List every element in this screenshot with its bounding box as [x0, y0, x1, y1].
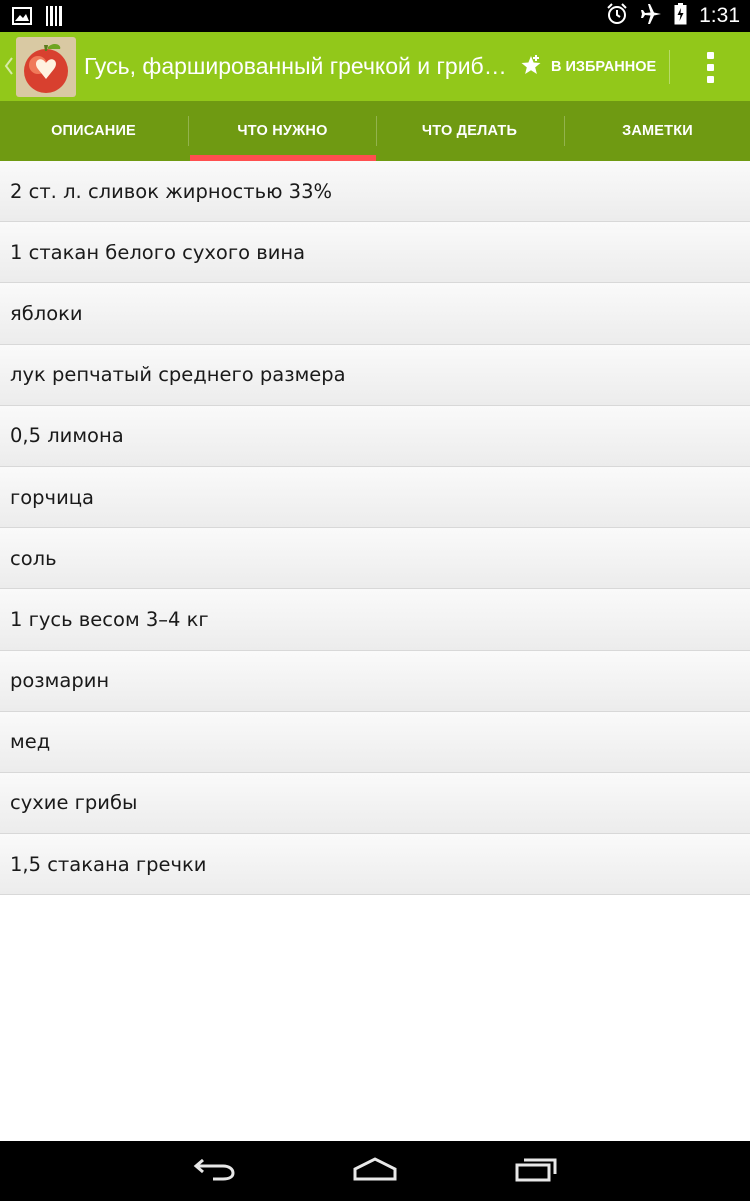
list-item[interactable]: горчица — [0, 466, 750, 529]
clock-time: 1:31 — [699, 4, 740, 27]
list-item[interactable]: 0,5 лимона — [0, 405, 750, 467]
list-item[interactable]: сухие грибы — [0, 772, 750, 835]
tab-label: ЗАМЕТКИ — [622, 123, 693, 139]
tab-label: ОПИСАНИЕ — [51, 123, 136, 139]
home-icon — [352, 1156, 398, 1186]
ingredient-text: яблоки — [10, 301, 83, 325]
battery-icon — [674, 3, 687, 29]
recipe-thumbnail[interactable] — [16, 37, 76, 97]
list-item[interactable]: 2 ст. л. сливок жирностью 33% — [0, 161, 750, 223]
tab-instructions[interactable]: ЧТО ДЕЛАТЬ — [376, 101, 563, 161]
ingredient-text: горчица — [10, 485, 94, 509]
action-divider — [669, 50, 670, 84]
list-item[interactable]: 1 стакан белого сухого вина — [0, 222, 750, 284]
tab-notes[interactable]: ЗАМЕТКИ — [564, 101, 750, 161]
alarm-icon — [606, 3, 628, 29]
action-bar: Гусь, фаршированный гречкой и гриб… В ИЗ… — [0, 32, 750, 101]
ingredient-text: соль — [10, 546, 57, 570]
tab-ingredients[interactable]: ЧТО НУЖНО — [189, 101, 376, 161]
star-plus-icon — [520, 54, 542, 80]
up-chevron-icon[interactable] — [4, 56, 14, 76]
tab-description[interactable]: ОПИСАНИЕ — [0, 101, 187, 161]
ingredient-text: лук репчатый среднего размера — [10, 363, 346, 387]
overflow-dot — [706, 75, 714, 83]
list-item[interactable]: соль — [0, 528, 750, 590]
add-to-favorites-button[interactable]: В ИЗБРАННОЕ — [520, 42, 656, 92]
back-button[interactable] — [185, 1151, 245, 1191]
overflow-dot — [706, 51, 714, 59]
status-bar: 1:31 — [0, 0, 750, 32]
list-item[interactable]: лук репчатый среднего размера — [0, 344, 750, 406]
barcode-icon — [46, 6, 62, 30]
list-item[interactable]: мед — [0, 711, 750, 773]
ingredient-list: 2 ст. л. сливок жирностью 33% 1 стакан б… — [0, 161, 750, 896]
home-button[interactable] — [345, 1151, 405, 1191]
ingredient-text: 1,5 стакана гречки — [10, 852, 207, 876]
system-nav-bar — [0, 1141, 750, 1201]
list-item[interactable]: 1 гусь весом 3–4 кг — [0, 589, 750, 651]
recent-apps-icon — [514, 1156, 558, 1186]
favorites-label: В ИЗБРАННОЕ — [551, 59, 657, 75]
tab-bar: ОПИСАНИЕ ЧТО НУЖНО ЧТО ДЕЛАТЬ ЗАМЕТКИ — [0, 101, 750, 161]
ingredient-text: 0,5 лимона — [10, 424, 124, 448]
overflow-menu-button[interactable] — [692, 46, 728, 88]
list-item[interactable]: 1,5 стакана гречки — [0, 834, 750, 896]
tab-label: ЧТО ДЕЛАТЬ — [421, 123, 518, 139]
ingredient-text: мед — [10, 730, 51, 754]
ingredient-text: 1 гусь весом 3–4 кг — [10, 607, 209, 631]
image-icon — [12, 7, 32, 29]
back-icon — [193, 1156, 237, 1186]
recipe-title: Гусь, фаршированный гречкой и гриб… — [84, 53, 504, 79]
ingredient-text: 1 стакан белого сухого вина — [10, 240, 306, 264]
airplane-icon — [640, 3, 662, 29]
ingredient-text: сухие грибы — [10, 791, 138, 815]
ingredient-text: розмарин — [10, 669, 110, 693]
recent-apps-button[interactable] — [506, 1151, 566, 1191]
list-item[interactable]: яблоки — [0, 283, 750, 345]
ingredient-text: 2 ст. л. сливок жирностью 33% — [10, 179, 333, 203]
list-item[interactable]: розмарин — [0, 650, 750, 712]
tab-label: ЧТО НУЖНО — [237, 123, 328, 139]
overflow-dot — [706, 63, 714, 71]
